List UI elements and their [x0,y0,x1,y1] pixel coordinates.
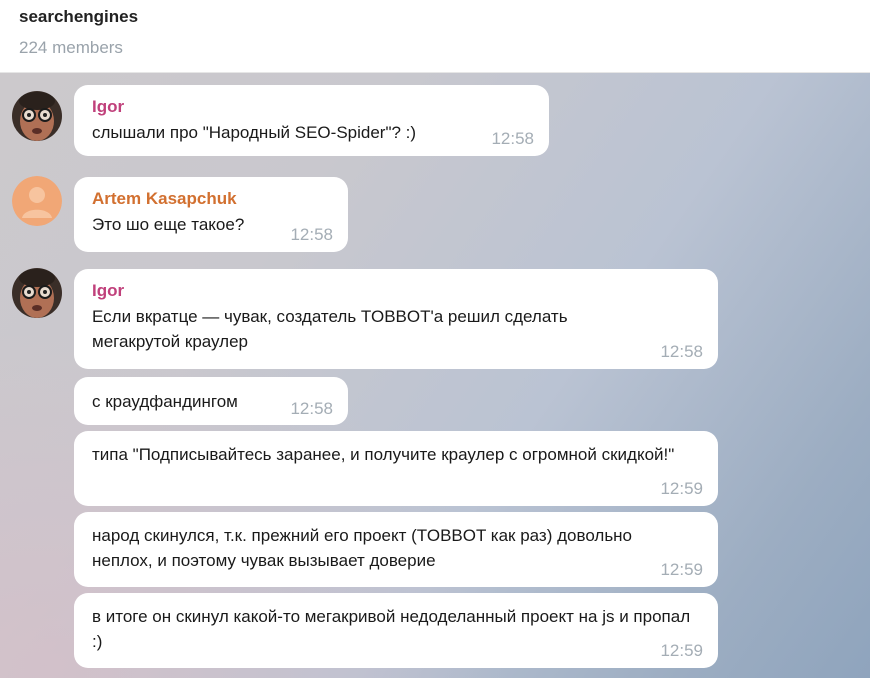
message-bubble[interactable]: Igor Если вкратце — чувак, создатель TOB… [74,269,718,369]
message-text: Если вкратце — чувак, создатель TOBBOT'а… [92,307,568,351]
artem-avatar-icon[interactable] [12,176,62,226]
message-time: 12:58 [290,225,333,244]
sender-name[interactable]: Artem Kasapchuk [92,187,330,211]
message-bubble[interactable]: Igor слышали про "Народный SEO-Spider"? … [74,85,549,156]
message-time: 12:59 [660,641,703,660]
message-bubble[interactable]: Artem Kasapchuk Это шо еще такое? 12:58 [74,177,348,252]
message-text: слышали про "Народный SEO-Spider"? :) [92,123,417,142]
sender-name[interactable]: Igor [92,95,531,119]
message-bubble[interactable]: с краудфандингом 12:58 [74,377,348,425]
message-text: в итоге он скинул какой-то мегакривой не… [92,607,691,651]
message-time: 12:58 [290,399,333,418]
message-bubble[interactable]: народ скинулся, т.к. прежний его проект … [74,512,718,587]
message-time: 12:59 [660,560,703,579]
chat-title: searchengines [19,7,139,26]
message-text: народ скинулся, т.к. прежний его проект … [92,526,633,570]
message-list[interactable]: Igor слышали про "Народный SEO-Spider"? … [0,73,870,678]
member-count: 224 members [19,38,123,57]
message-time: 12:59 [660,479,703,498]
message-bubble[interactable]: типа "Подписывайтесь заранее, и получите… [74,431,718,506]
message-time: 12:58 [660,342,703,361]
sender-name[interactable]: Igor [92,279,700,303]
chat-header[interactable]: searchengines 224 members [0,0,870,73]
message-text: типа "Подписывайтесь заранее, и получите… [92,445,675,464]
igor-avatar-icon[interactable] [12,268,62,318]
igor-avatar-icon[interactable] [12,91,62,141]
message-time: 12:58 [491,129,534,148]
message-bubble[interactable]: в итоге он скинул какой-то мегакривой не… [74,593,718,668]
